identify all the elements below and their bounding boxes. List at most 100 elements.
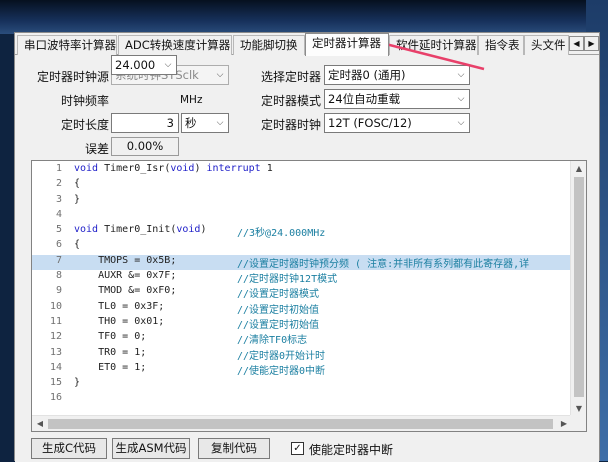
timer-clock-select[interactable]: 12T (FOSC/12) ⌵ [324,113,470,133]
code-comment: //使能定时器0中断 [237,365,326,377]
tab-scroll-left-icon[interactable]: ◀ [569,36,584,51]
desktop-background [0,0,608,34]
line-number: 6 [55,239,62,251]
code-comment: //设置定时器模式 [237,289,320,301]
tab-header-files[interactable]: 头文件 [524,35,569,55]
horizontal-scroll-thumb[interactable] [48,419,553,429]
scroll-left-icon[interactable]: ◀ [32,416,48,431]
generate-c-code-button[interactable]: 生成C代码 [31,438,107,459]
code-text: AUXR &= 0x7F; [74,270,177,282]
tab-bar: 串口波特率计算器 ADC转换速度计算器 功能脚切换 定时器计算器 软件延时计算器… [15,33,599,56]
code-line: 4 [32,209,572,224]
code-line: 16 [32,392,572,407]
clock-freq-unit: MHz [180,94,203,106]
clock-freq-value: 24.000 [115,58,156,72]
code-text: void Timer0_Init(void) [74,224,207,236]
enable-interrupt-label[interactable]: 使能定时器中断 [309,441,393,458]
line-number: 14 [49,361,62,373]
line-number: 1 [55,163,62,174]
line-number: 3 [55,193,62,205]
tab-pin-switch[interactable]: 功能脚切换 [233,35,305,55]
horizontal-scrollbar[interactable]: ◀ ▶ [32,415,586,431]
code-line: 15} [32,377,572,392]
code-comment: //定时器0开始计时 [237,350,326,362]
code-text: } [74,193,81,205]
code-text: } [74,377,81,389]
chevron-down-icon: ⌵ [457,94,465,104]
code-line: 7 TMOPS = 0x5B; //设置定时器时钟预分频 ( 注意:并非所有系列都… [32,254,572,271]
chevron-down-icon: ⌵ [457,118,465,128]
code-line: 14 ET0 = 1; //使能定时器0中断 [32,362,572,377]
clock-freq-combo[interactable]: 24.000 ⌵ [111,55,177,75]
tab-scroll-right-icon[interactable]: ▶ [584,36,599,51]
code-line: 6{ [32,239,572,254]
code-comment: //定时器时钟12T模式 [237,274,338,286]
timer-mode-label: 定时器模式 [260,94,321,108]
code-comment: //3秒@24.000MHz [237,228,326,240]
clock-freq-label: 时钟频率 [60,94,109,108]
line-number: 5 [55,224,62,236]
tab-uart-baud[interactable]: 串口波特率计算器 [17,35,117,55]
code-text: TF0 = 0; [74,331,147,343]
timer-mode-select[interactable]: 24位自动重载 ⌵ [324,89,470,109]
chevron-down-icon: ⌵ [216,70,224,80]
code-text: { [74,239,81,251]
code-text: TR0 = 1; [74,346,147,358]
code-line: 8 AUXR &= 0x7F; //定时器时钟12T模式 [32,270,572,285]
code-line: 10 TL0 = 0x3F; //设置定时初始值 [32,301,572,316]
tab-adc-speed[interactable]: ADC转换速度计算器 [118,35,232,55]
line-number: 16 [49,392,62,404]
line-number: 8 [55,270,62,282]
code-line: 9 TMOD &= 0xF0; //设置定时器模式 [32,285,572,300]
code-line: 12 TF0 = 0; //清除TF0标志 [32,331,572,346]
code-text: TH0 = 0x01; [74,315,165,327]
scrollbar-corner [570,415,586,431]
timer-select-label: 选择定时器 [260,70,321,84]
line-number: 2 [55,178,62,190]
line-number: 13 [49,346,62,358]
line-number: 11 [49,315,62,327]
chevron-down-icon: ⌵ [164,60,172,70]
timer-clock-label: 定时器时钟 [260,118,321,132]
clock-source-label: 定时器时钟源 [36,70,109,84]
code-line: 1 void Timer0_Isr(void) interrupt 1 [32,163,572,178]
code-line: 13 TR0 = 1; //定时器0开始计时 [32,347,572,362]
code-text: ET0 = 1; [74,361,147,373]
tab-timer-calculator[interactable]: 定时器计算器 [305,33,389,56]
code-line: 2{ [32,178,572,193]
code-line: 3} [32,194,572,209]
line-number: 4 [55,208,62,220]
code-text: TL0 = 0x3F; [74,300,165,312]
code-comment: //设置定时初始值 [237,319,320,331]
timer-length-label: 定时长度 [60,118,109,132]
code-line: 5 void Timer0_Init(void) //3秒@24.000MHz [32,224,572,239]
enable-interrupt-checkbox[interactable]: ✓ [291,442,304,455]
code-comment: //设置定时器时钟预分频 ( 注意:并非所有系列都有此寄存器,详 [237,258,530,270]
scroll-up-icon[interactable]: ▲ [571,161,586,177]
code-editor[interactable]: 1 void Timer0_Isr(void) interrupt 1 2{3} 4 5… [31,160,587,432]
timer-length-input[interactable]: 3 [111,113,179,133]
line-number: 10 [49,300,62,312]
copy-code-button[interactable]: 复制代码 [198,438,270,459]
code-comment: //设置定时初始值 [237,304,320,316]
timer-mode-value: 24位自动重载 [328,92,401,106]
code-text: TMOD &= 0xF0; [74,285,177,297]
code-comment: //清除TF0标志 [237,335,308,347]
chevron-down-icon: ⌵ [216,118,224,128]
line-number: 7 [55,254,62,266]
code-lines: 1 void Timer0_Isr(void) interrupt 1 2{3} 4 5… [32,163,572,408]
code-text: { [74,178,81,190]
line-number: 15 [49,377,62,389]
timer-length-unit-value: 秒 [185,116,197,130]
code-text: TMOPS = 0x5B; [74,254,177,266]
code-text: void Timer0_Isr(void) interrupt 1 [74,163,273,174]
line-number: 9 [55,285,62,297]
vertical-scrollbar[interactable]: ▲ ▼ [570,161,586,417]
generate-asm-code-button[interactable]: 生成ASM代码 [112,438,190,459]
vertical-scroll-thumb[interactable] [574,177,584,397]
error-readout: 0.00% [111,137,179,156]
timer-length-unit-select[interactable]: 秒 ⌵ [181,113,229,133]
timer-clock-value: 12T (FOSC/12) [328,116,412,130]
calculator-window: 串口波特率计算器 ADC转换速度计算器 功能脚切换 定时器计算器 软件延时计算器… [14,32,600,462]
error-label: 误差 [84,142,109,156]
